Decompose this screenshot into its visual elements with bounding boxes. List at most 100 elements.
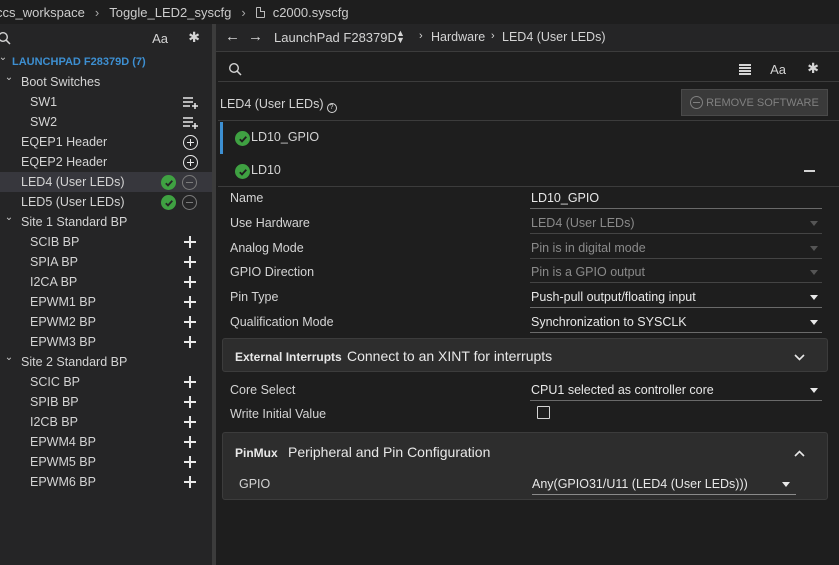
breadcrumb-workspace[interactable]: ccs_workspace bbox=[0, 5, 85, 20]
qualification-mode-select[interactable]: Synchronization to SYSCLK bbox=[530, 313, 822, 333]
add-icon[interactable] bbox=[184, 456, 196, 468]
tree-item-epwm2-bp[interactable]: EPWM2 BP bbox=[0, 312, 212, 332]
property-value: Push-pull output/floating input bbox=[531, 290, 696, 305]
check-circle-icon bbox=[235, 164, 250, 179]
remove-circle-icon[interactable] bbox=[182, 195, 197, 210]
remove-software-button[interactable]: REMOVE SOFTWARE bbox=[681, 89, 828, 116]
chevron-up-icon[interactable] bbox=[794, 446, 805, 460]
add-icon[interactable] bbox=[184, 276, 196, 288]
chevron-down-icon[interactable] bbox=[794, 350, 805, 364]
property-label: Core Select bbox=[230, 383, 296, 397]
group-key: PinMux bbox=[235, 446, 278, 460]
core-select-select[interactable]: CPU1 selected as controller core bbox=[530, 381, 822, 401]
tree-root[interactable]: ⌄ LAUNCHPAD F28379D (7) bbox=[0, 52, 212, 72]
list-add-icon[interactable] bbox=[183, 116, 199, 129]
tree-item-spib-bp[interactable]: SPIB BP bbox=[0, 392, 212, 412]
remove-circle-icon[interactable] bbox=[182, 175, 197, 190]
instance-row[interactable]: LD10_GPIO bbox=[220, 122, 839, 154]
tree-item-label: I2CA BP bbox=[30, 275, 78, 289]
tree-item-site-1-standard-bp[interactable]: ⌄ Site 1 Standard BP bbox=[0, 212, 212, 232]
tree-item-sw2[interactable]: SW2 bbox=[0, 112, 212, 132]
breadcrumb-file[interactable]: c2000.syscfg bbox=[273, 5, 349, 20]
search-icon bbox=[0, 31, 11, 48]
remove-circle-icon bbox=[690, 96, 704, 109]
help-icon[interactable]: ? bbox=[326, 103, 337, 113]
tree-item-scic-bp[interactable]: SCIC BP bbox=[0, 372, 212, 392]
add-icon[interactable] bbox=[184, 416, 196, 428]
add-circle-icon[interactable] bbox=[183, 155, 198, 170]
tree-item-site-2-standard-bp[interactable]: ⌄ Site 2 Standard BP bbox=[0, 352, 212, 372]
write-initial-value-checkbox[interactable] bbox=[537, 406, 550, 419]
tree-item-label: LED5 (User LEDs) bbox=[21, 195, 125, 209]
chevron-right-icon: › bbox=[491, 30, 495, 42]
property-value: Pin is a GPIO output bbox=[531, 265, 645, 280]
tree-item-epwm5-bp[interactable]: EPWM5 BP bbox=[0, 452, 212, 472]
tree-item-epwm4-bp[interactable]: EPWM4 BP bbox=[0, 432, 212, 452]
pinmux-group[interactable]: PinMux Peripheral and Pin Configuration … bbox=[222, 432, 828, 500]
chevron-down-icon[interactable]: ⌄ bbox=[3, 352, 15, 363]
instance-name: LD10_GPIO bbox=[251, 130, 320, 144]
sub-instance-row[interactable]: LD10 bbox=[220, 155, 839, 187]
chevron-right-icon: › bbox=[241, 4, 246, 20]
property-value: CPU1 selected as controller core bbox=[531, 383, 714, 397]
property-use-hardware: Use Hardware LED4 (User LEDs) bbox=[230, 214, 830, 234]
tree-search-bar[interactable]: Aa ✱ bbox=[0, 24, 212, 52]
tree-item-scib-bp[interactable]: SCIB BP bbox=[0, 232, 212, 252]
chevron-down-icon[interactable]: ⌄ bbox=[3, 212, 15, 223]
dropdown-arrow-icon bbox=[810, 270, 818, 276]
add-icon[interactable] bbox=[184, 476, 196, 488]
add-icon[interactable] bbox=[184, 256, 196, 268]
tree-item-led4-user-leds[interactable]: LED4 (User LEDs) bbox=[0, 172, 212, 192]
external-interrupts-group[interactable]: External Interrupts Connect to an XINT f… bbox=[222, 338, 828, 372]
property-name: Name LD10_GPIO bbox=[230, 189, 830, 209]
match-case-toggle[interactable]: Aa bbox=[770, 62, 786, 77]
tree-item-label: SPIB BP bbox=[30, 395, 79, 409]
tree-item-spia-bp[interactable]: SPIA BP bbox=[0, 252, 212, 272]
back-arrow-icon[interactable]: ← bbox=[225, 28, 240, 45]
tree-item-i2cb-bp[interactable]: I2CB BP bbox=[0, 412, 212, 432]
tree-item-i2ca-bp[interactable]: I2CA BP bbox=[0, 272, 212, 292]
search-icon bbox=[228, 62, 242, 79]
breadcrumb-project[interactable]: Toggle_LED2_syscfg bbox=[109, 5, 231, 20]
add-icon[interactable] bbox=[184, 236, 196, 248]
section-title: LED4 (User LEDs)? bbox=[220, 97, 337, 113]
chevron-down-icon[interactable]: ⌄ bbox=[0, 52, 9, 63]
tree-item-eqep1-header[interactable]: EQEP1 Header bbox=[0, 132, 212, 152]
device-updown-icon[interactable]: ▲ ▼ bbox=[396, 29, 405, 45]
use-hardware-select: LED4 (User LEDs) bbox=[530, 214, 822, 234]
tree-item-epwm3-bp[interactable]: EPWM3 BP bbox=[0, 332, 212, 352]
forward-arrow-icon[interactable]: → bbox=[248, 28, 263, 45]
add-circle-icon[interactable] bbox=[183, 135, 198, 150]
wand-icon[interactable]: ✱ bbox=[807, 60, 819, 77]
tree-item-eqep2-header[interactable]: EQEP2 Header bbox=[0, 152, 212, 172]
add-icon[interactable] bbox=[184, 376, 196, 388]
collapse-icon[interactable] bbox=[804, 170, 815, 172]
add-icon[interactable] bbox=[184, 336, 196, 348]
tree-item-label: EQEP1 Header bbox=[21, 135, 108, 149]
gpio-select[interactable]: Any(GPIO31/U11 (LED4 (User LEDs))) bbox=[532, 475, 796, 495]
chevron-down-icon[interactable]: ⌄ bbox=[3, 72, 15, 83]
nav-crumb-led4[interactable]: LED4 (User LEDs) bbox=[502, 30, 606, 44]
property-label: Analog Mode bbox=[230, 240, 304, 255]
add-icon[interactable] bbox=[184, 436, 196, 448]
check-circle-icon bbox=[235, 131, 250, 146]
tree-item-boot-switches[interactable]: ⌄ Boot Switches bbox=[0, 72, 212, 92]
tree-item-epwm6-bp[interactable]: EPWM6 BP bbox=[0, 472, 212, 492]
add-icon[interactable] bbox=[184, 316, 196, 328]
tree-item-led5-user-leds[interactable]: LED5 (User LEDs) bbox=[0, 192, 212, 212]
gpio-label: GPIO bbox=[239, 477, 271, 491]
add-icon[interactable] bbox=[184, 296, 196, 308]
add-icon[interactable] bbox=[184, 396, 196, 408]
group-description: Connect to an XINT for interrupts bbox=[347, 348, 553, 364]
tree-item-epwm1-bp[interactable]: EPWM1 BP bbox=[0, 292, 212, 312]
list-add-icon[interactable] bbox=[183, 96, 199, 109]
match-case-toggle[interactable]: Aa bbox=[152, 31, 168, 46]
tree-item-sw1[interactable]: SW1 bbox=[0, 92, 212, 112]
config-search-bar[interactable]: Aa ✱ bbox=[218, 56, 839, 82]
pin-type-select[interactable]: Push-pull output/floating input bbox=[530, 288, 822, 309]
device-select[interactable]: LaunchPad F28379D bbox=[274, 30, 397, 45]
nav-crumb-hardware[interactable]: Hardware bbox=[431, 30, 485, 44]
name-input[interactable]: LD10_GPIO bbox=[530, 189, 822, 209]
list-view-icon[interactable] bbox=[739, 64, 751, 75]
wand-icon[interactable]: ✱ bbox=[188, 29, 200, 46]
